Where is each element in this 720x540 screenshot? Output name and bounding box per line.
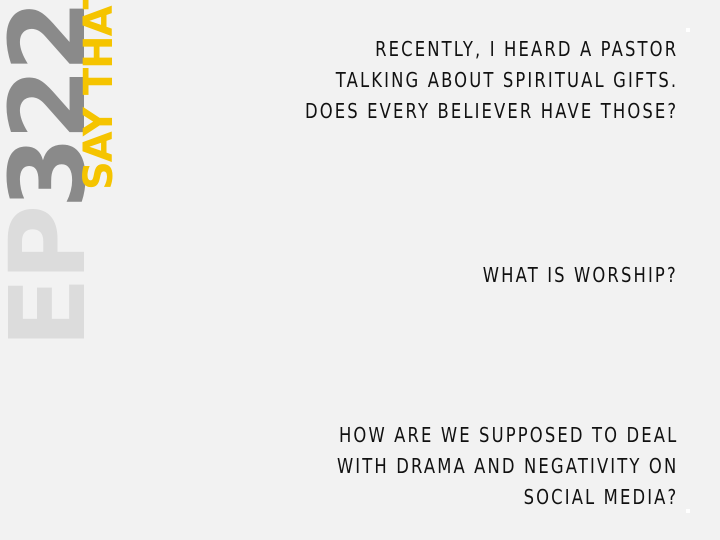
episode-title-vertical: EP322 SAY THAT! [0, 0, 130, 360]
corner-mark-top [686, 28, 690, 32]
question-1: RECENTLY, I HEARD A PASTOR TALKING ABOUT… [305, 34, 678, 127]
question-1-line-3: DOES EVERY BELIEVER HAVE THOSE? [304, 99, 678, 123]
episode-title-graphic: EP322 SAY THAT! [0, 0, 122, 348]
question-1-line-1: RECENTLY, I HEARD A PASTOR [374, 37, 678, 61]
episode-prefix: EP [0, 209, 109, 348]
question-2: WHAT IS WORSHIP? [483, 260, 678, 291]
question-3: HOW ARE WE SUPPOSED TO DEAL WITH DRAMA A… [337, 420, 678, 513]
question-1-line-2: TALKING ABOUT SPIRITUAL GIFTS. [335, 68, 678, 92]
question-3-line-2: WITH DRAMA AND NEGATIVITY ON [336, 454, 678, 478]
question-3-line-3: SOCIAL MEDIA? [523, 485, 678, 509]
question-3-line-1: HOW ARE WE SUPPOSED TO DEAL [338, 423, 678, 447]
show-name: SAY THAT! [76, 0, 122, 190]
question-2-line-1: WHAT IS WORSHIP? [483, 263, 678, 287]
corner-mark-bottom [686, 509, 690, 513]
